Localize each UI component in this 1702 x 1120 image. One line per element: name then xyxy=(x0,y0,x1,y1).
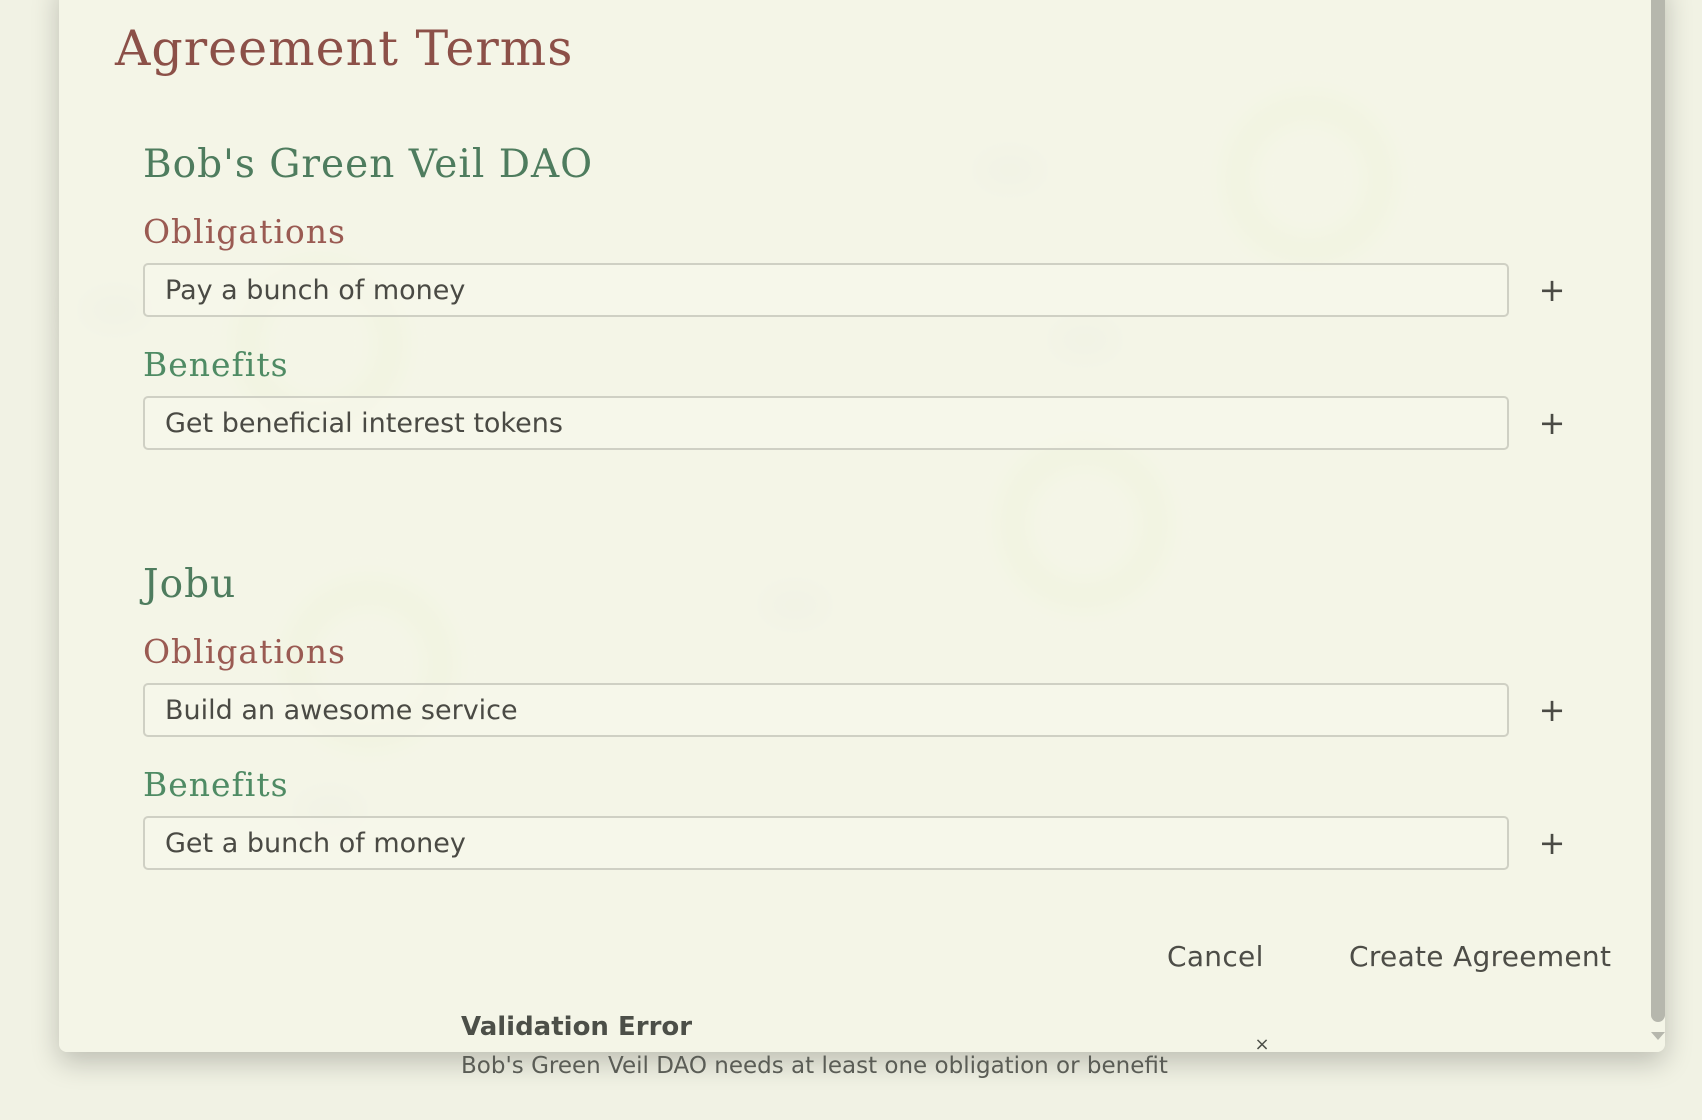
benefits-label: Benefits xyxy=(143,765,289,804)
obligation-input[interactable] xyxy=(143,263,1509,317)
party-name: Bob's Green Veil DAO xyxy=(143,142,594,187)
dialog-scrollbar[interactable] xyxy=(1647,0,1665,1052)
cancel-button[interactable]: Cancel xyxy=(1167,940,1264,973)
party-name: Jobu xyxy=(143,562,237,607)
validation-error-toast: Validation Error Bob's Green Veil DAO ne… xyxy=(461,1008,1277,1088)
scrollbar-thumb[interactable] xyxy=(1651,0,1665,1022)
dialog-title: Agreement Terms xyxy=(115,20,574,77)
create-agreement-button[interactable]: Create Agreement xyxy=(1349,940,1611,973)
benefits-label: Benefits xyxy=(143,345,289,384)
benefit-input[interactable] xyxy=(143,816,1509,870)
obligation-input[interactable] xyxy=(143,683,1509,737)
obligations-label: Obligations xyxy=(143,212,346,251)
agreement-terms-dialog: Agreement Terms Bob's Green Veil DAO Obl… xyxy=(59,0,1665,1052)
toast-title: Validation Error xyxy=(461,1012,693,1042)
toast-message: Bob's Green Veil DAO needs at least one … xyxy=(461,1053,1168,1079)
close-icon[interactable]: × xyxy=(1251,1034,1273,1056)
add-benefit-button[interactable]: + xyxy=(1529,400,1575,446)
benefit-input[interactable] xyxy=(143,396,1509,450)
add-obligation-button[interactable]: + xyxy=(1529,687,1575,733)
add-benefit-button[interactable]: + xyxy=(1529,820,1575,866)
add-obligation-button[interactable]: + xyxy=(1529,267,1575,313)
chevron-down-icon[interactable] xyxy=(1651,1032,1665,1040)
obligations-label: Obligations xyxy=(143,632,346,671)
